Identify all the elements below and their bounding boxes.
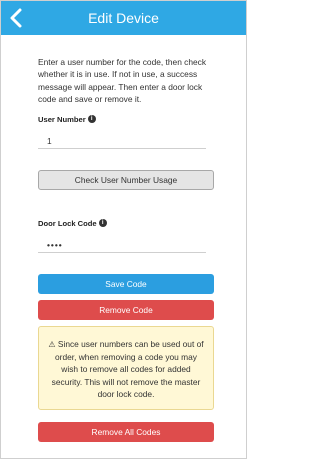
door-lock-code-field[interactable]: •••• (38, 237, 206, 253)
user-number-label-row: User Number i (38, 115, 96, 124)
page-title: Edit Device (88, 10, 159, 26)
intro-text-block: Enter a user number for the code, then c… (38, 56, 214, 106)
app-screen: Edit Device Enter a user number for the … (0, 0, 247, 459)
remove-code-button[interactable]: Remove Code (38, 300, 214, 320)
remove-all-codes-button[interactable]: Remove All Codes (38, 422, 214, 442)
check-user-number-button[interactable]: Check User Number Usage (38, 170, 214, 190)
save-code-button[interactable]: Save Code (38, 274, 214, 294)
warning-text: Since user numbers can be used out of or… (51, 339, 204, 399)
door-lock-code-label: Door Lock Code (38, 219, 97, 228)
user-number-field[interactable]: 1 (38, 133, 206, 149)
door-lock-code-label-row: Door Lock Code i (38, 219, 107, 228)
warning-notice: ⚠ Since user numbers can be used out of … (38, 326, 214, 410)
intro-text: Enter a user number for the code, then c… (38, 57, 207, 105)
app-header: Edit Device (1, 1, 246, 35)
user-number-label: User Number (38, 115, 86, 124)
warning-icon: ⚠ (48, 340, 56, 349)
info-icon[interactable]: i (87, 115, 96, 123)
info-icon[interactable]: i (98, 219, 107, 227)
